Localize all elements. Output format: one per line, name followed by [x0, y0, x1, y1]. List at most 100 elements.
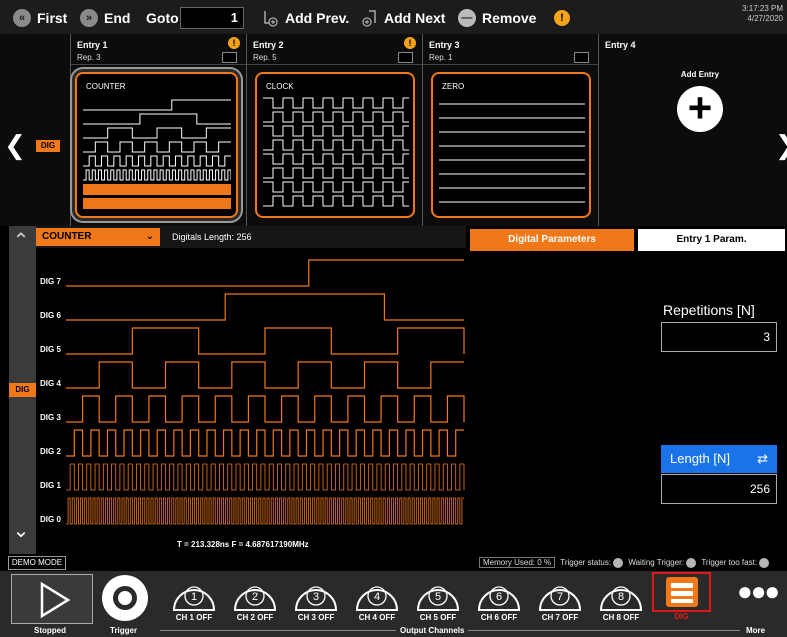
scroll-up-icon[interactable]: ⌃: [9, 231, 33, 251]
goto-input[interactable]: 1: [180, 7, 244, 29]
zero-thumbnail: [439, 103, 585, 203]
entry-1-waveform-card[interactable]: COUNTER: [75, 72, 238, 218]
entry-4[interactable]: Entry 4 Add Entry +: [598, 34, 787, 226]
channel-label: DIG 1: [40, 481, 61, 490]
svg-text:1: 1: [191, 591, 197, 603]
channel-trace: [66, 327, 465, 355]
channel-1-label: CH 1 OFF: [175, 613, 213, 622]
thumb-trace: [263, 181, 409, 193]
channel-3-label: CH 3 OFF: [297, 613, 335, 622]
trigger-label: Trigger: [110, 626, 138, 635]
dig-side-tag[interactable]: DIG: [9, 383, 36, 397]
channel-trace: [66, 259, 464, 287]
add-prev-icon: [264, 11, 278, 27]
digital-plot[interactable]: DIG 7 DIG 6 DIG 5 DIG 4 DIG 3 DIG 2 DIG 1 DIG 0: [36, 248, 466, 540]
channel-trace: [66, 429, 464, 457]
dig-button[interactable]: [652, 572, 711, 612]
channel-5-button[interactable]: 5: [412, 576, 464, 612]
swap-arrows-icon[interactable]: ⇄: [757, 445, 768, 473]
thumb-trace: [83, 184, 231, 195]
channel-label: DIG 0: [40, 515, 61, 524]
first-button[interactable]: « First: [13, 7, 67, 29]
entry-3-checkbox[interactable]: [574, 52, 589, 63]
waveform-dropdown-value: COUNTER: [42, 231, 92, 242]
thumb-trace: [263, 125, 409, 137]
svg-text:5: 5: [435, 591, 441, 603]
chevron-down-icon: ⌄: [145, 231, 154, 242]
svg-text:4: 4: [374, 591, 380, 603]
channel-2-label: CH 2 OFF: [236, 613, 274, 622]
channel-7-button[interactable]: 7: [534, 576, 586, 612]
chevron-left-icon[interactable]: ❮: [0, 130, 30, 160]
channel-icon: 1: [172, 586, 216, 611]
channel-icon: 2: [233, 586, 277, 611]
trigger-too-fast-label: Trigger too fast:: [701, 558, 758, 567]
length-label: Length [N]: [670, 451, 730, 466]
svg-text:3: 3: [313, 591, 319, 603]
waiting-trigger-indicator: [686, 557, 697, 568]
play-icon: [40, 581, 71, 619]
channel-label: DIG 7: [40, 277, 61, 286]
output-channels-label: Output Channels: [396, 626, 469, 635]
thumb-trace: [263, 139, 409, 151]
entry-3-rep: Rep. 1: [429, 53, 453, 62]
entry-1-warning-icon: !: [228, 37, 240, 49]
channel-trace: [66, 463, 465, 491]
trigger-status-label: Trigger status:: [560, 558, 612, 567]
tab-digital-parameters[interactable]: Digital Parameters: [470, 229, 634, 251]
length-input[interactable]: 256: [661, 474, 777, 504]
channel-label: DIG 2: [40, 447, 61, 456]
entry-2-warning-icon: !: [404, 37, 416, 49]
channel-trace: [66, 395, 465, 423]
thumb-trace: [83, 113, 231, 125]
thumb-trace: [83, 99, 231, 111]
warning-icon: !: [554, 10, 570, 26]
dig-button-label: DIG: [674, 612, 689, 621]
add-prev-button[interactable]: Add Prev.: [262, 7, 349, 29]
repetitions-input[interactable]: 3: [661, 322, 777, 352]
entry-1-waveform-name: COUNTER: [86, 82, 126, 91]
digitals-length: Digitals Length: 256: [172, 232, 252, 242]
clock-time: 3:17:23 PM: [742, 4, 783, 13]
entry-3-waveform-name: ZERO: [442, 82, 465, 91]
thumb-trace: [83, 127, 231, 139]
more-dots-icon[interactable]: ●●●: [737, 578, 780, 604]
thumb-trace: [263, 97, 409, 109]
more-label: More: [746, 626, 766, 635]
goto-label: Goto: [146, 10, 179, 26]
channel-4-button[interactable]: 4: [351, 576, 403, 612]
scroll-down-icon[interactable]: ⌄: [9, 521, 33, 541]
svg-text:6: 6: [496, 591, 502, 603]
thumb-trace: [83, 169, 231, 181]
channel-8-button[interactable]: 8: [595, 576, 647, 612]
remove-button[interactable]: — Remove: [458, 7, 536, 29]
minus-icon: —: [458, 9, 476, 27]
demo-mode-badge: DEMO MODE: [8, 556, 66, 570]
channel-3-button[interactable]: 3: [290, 576, 342, 612]
add-next-button[interactable]: Add Next: [361, 7, 445, 29]
toolbar-warning[interactable]: !: [554, 7, 570, 29]
digital-channels-icon: [666, 577, 698, 607]
clock: 3:17:23 PM 4/27/2020: [742, 4, 783, 24]
end-button[interactable]: » End: [80, 7, 130, 29]
channel-4-label: CH 4 OFF: [358, 613, 396, 622]
thumb-trace: [83, 198, 231, 209]
add-entry-button[interactable]: +: [677, 86, 723, 132]
trigger-button[interactable]: [102, 575, 148, 621]
play-button[interactable]: [11, 574, 93, 624]
channel-label: DIG 6: [40, 311, 61, 320]
length-header: Length [N] ⇄: [661, 445, 777, 473]
channel-2-button[interactable]: 2: [229, 576, 281, 612]
tab-entry-parameters[interactable]: Entry 1 Param.: [638, 229, 785, 251]
waiting-trigger-label: Waiting Trigger:: [628, 558, 685, 567]
channel-icon: 6: [477, 586, 521, 611]
entry-2-checkbox[interactable]: [398, 52, 413, 63]
trigger-status-indicator: [613, 557, 624, 568]
entry-2-waveform-card[interactable]: CLOCK: [255, 72, 415, 218]
channel-1-button[interactable]: 1: [168, 576, 220, 612]
entry-1-checkbox[interactable]: [222, 52, 237, 63]
channel-6-button[interactable]: 6: [473, 576, 525, 612]
thumb-trace: [83, 155, 231, 167]
entry-3-waveform-card[interactable]: ZERO: [431, 72, 591, 218]
waveform-dropdown[interactable]: COUNTER ⌄: [36, 228, 160, 246]
